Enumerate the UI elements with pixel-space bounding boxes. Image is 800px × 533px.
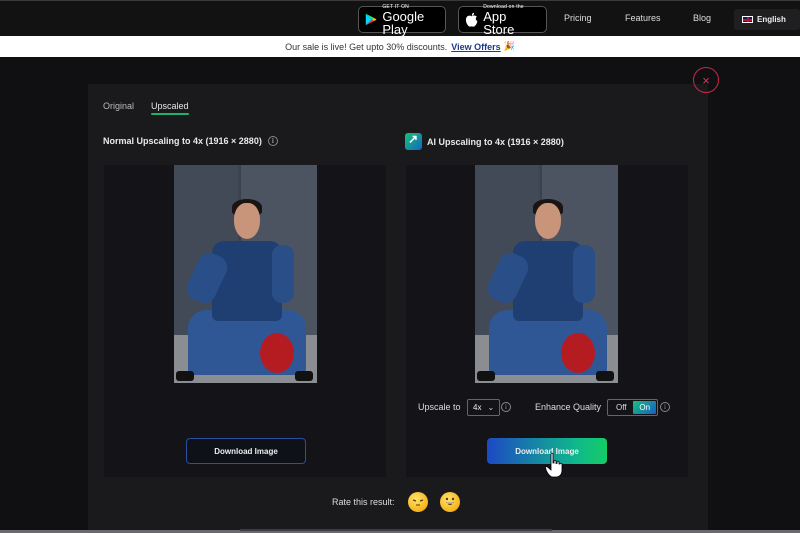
toggle-off-option[interactable]: Off [609, 403, 633, 412]
horizontal-scrollbar[interactable] [240, 529, 552, 531]
app-store-big-text: App Store [483, 8, 515, 37]
pensive-face-icon[interactable] [408, 492, 428, 512]
language-selector[interactable]: English [734, 9, 800, 30]
grinning-face-icon[interactable] [440, 492, 460, 512]
google-play-icon [365, 13, 377, 26]
sale-banner: Our sale is live! Get upto 30% discounts… [0, 36, 800, 57]
normal-upscaling-title-text: Normal Upscaling to 4x (1916 × 2880) [103, 136, 262, 146]
nav-link-pricing[interactable]: Pricing [564, 13, 592, 23]
ai-upscale-icon [405, 132, 422, 150]
upscale-info-icon[interactable]: i [501, 402, 511, 412]
chevron-down-icon: ⌄ [487, 403, 495, 412]
enhance-quality-label: Enhance Quality [535, 402, 602, 412]
download-normal-button[interactable]: Download Image [186, 438, 306, 464]
google-play-button[interactable]: GET IT ON Google Play [358, 4, 446, 37]
close-button[interactable]: × [693, 67, 719, 93]
google-play-big-text: Google Play [382, 8, 425, 37]
toggle-on-option[interactable]: On [633, 401, 656, 414]
upscale-factor-value: 4x [473, 403, 482, 412]
apple-icon [465, 12, 478, 27]
enhance-info-icon[interactable]: i [660, 402, 670, 412]
nav-link-blog[interactable]: Blog [693, 13, 711, 23]
tab-upscaled[interactable]: Upscaled [151, 101, 189, 115]
nav-link-features[interactable]: Features [625, 13, 661, 23]
info-icon[interactable]: i [267, 136, 278, 146]
normal-upscaled-image [174, 165, 317, 383]
upscale-factor-select[interactable]: 4x ⌄ [467, 399, 500, 416]
normal-upscaling-title: Normal Upscaling to 4x (1916 × 2880) i [103, 136, 278, 146]
ai-upscaled-image [475, 165, 618, 383]
app-store-button[interactable]: Download on the App Store [458, 4, 547, 37]
uk-flag-icon [742, 16, 753, 23]
enhance-quality-toggle[interactable]: Off On [607, 399, 658, 416]
language-label: English [757, 15, 786, 24]
upscale-to-label: Upscale to [418, 402, 461, 412]
rate-result-label: Rate this result: [332, 497, 395, 507]
view-offers-link[interactable]: View Offers [451, 42, 500, 52]
hand-cursor-icon [545, 452, 563, 478]
tab-original[interactable]: Original [103, 101, 134, 111]
party-popper-icon: 🎉 [503, 41, 515, 51]
banner-text: Our sale is live! Get upto 30% discounts… [285, 41, 448, 52]
ai-upscaling-title-text: AI Upscaling to 4x (1916 × 2880) [427, 136, 564, 147]
close-icon: × [702, 72, 710, 88]
ai-upscaling-title: AI Upscaling to 4x (1916 × 2880) [405, 132, 564, 150]
top-navbar: GET IT ON Google Play Download on the Ap… [0, 0, 800, 36]
